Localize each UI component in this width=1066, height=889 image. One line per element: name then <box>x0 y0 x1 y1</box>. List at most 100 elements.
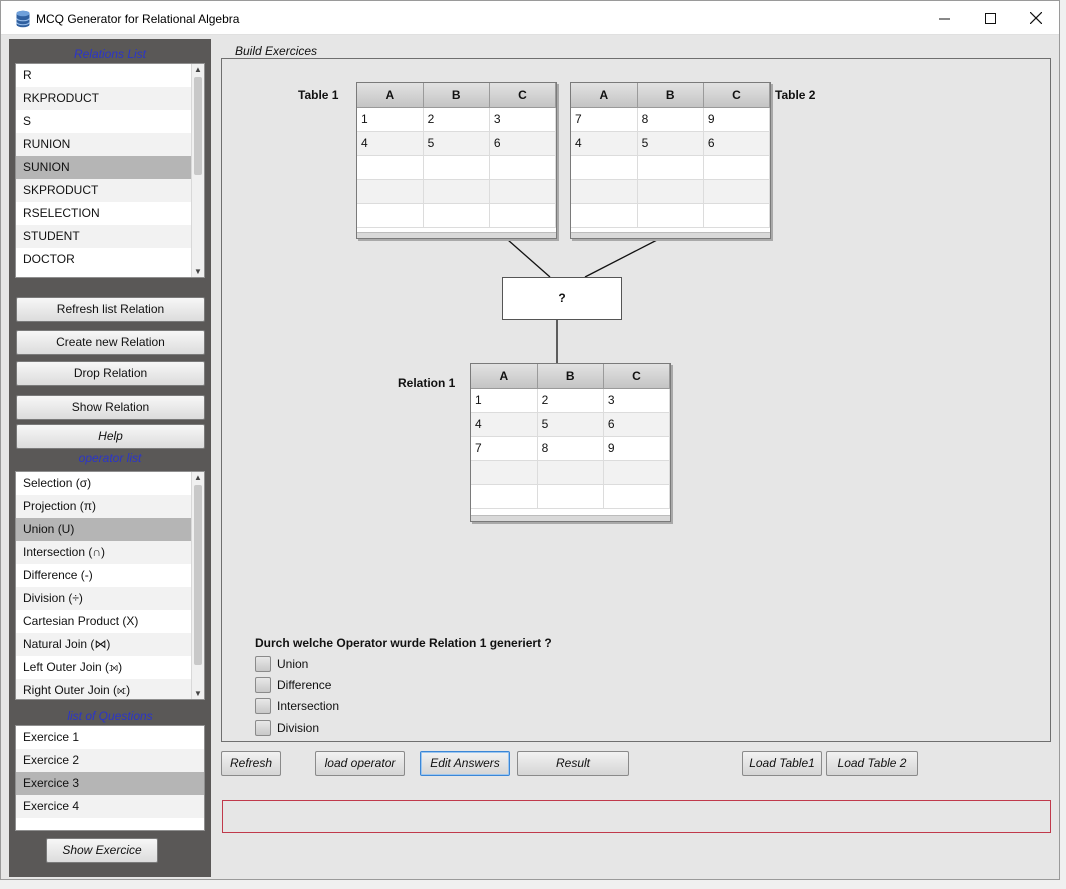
table-cell[interactable]: 7 <box>571 107 638 132</box>
load-table1-button[interactable]: Load Table1 <box>742 751 822 776</box>
table-row[interactable] <box>571 155 770 180</box>
table-cell[interactable]: 1 <box>471 388 538 413</box>
load-operator-button[interactable]: load operator <box>315 751 405 776</box>
table-cell[interactable] <box>423 203 490 228</box>
scroll-thumb[interactable] <box>194 485 202 665</box>
scroll-up-icon[interactable]: ▲ <box>194 473 202 482</box>
operator-list-item[interactable]: Cartesian Product (X) <box>16 610 204 633</box>
table-cell[interactable]: 6 <box>603 412 670 437</box>
column-header[interactable]: A <box>471 364 538 389</box>
operator-scrollbar[interactable]: ▲ ▼ <box>191 472 204 699</box>
operator-list-item[interactable]: Right Outer Join (⟖) <box>16 679 204 699</box>
table-cell[interactable]: 5 <box>537 412 604 437</box>
table-cell[interactable] <box>471 484 538 509</box>
table-row[interactable]: 123 <box>471 388 670 413</box>
table-cell[interactable]: 7 <box>471 436 538 461</box>
result-button[interactable]: Result <box>517 751 629 776</box>
create-new-relation-button[interactable]: Create new Relation <box>16 330 205 355</box>
table1-grid[interactable]: ABC123456 <box>356 82 557 239</box>
table-row[interactable]: 123 <box>357 107 556 132</box>
load-table2-button[interactable]: Load Table 2 <box>826 751 918 776</box>
relation-list-item[interactable]: R <box>16 64 204 87</box>
relations-list[interactable]: R RKPRODUCT S RUNION SUNION SKPRODUCT RSELECTI… <box>15 63 205 278</box>
show-relation-button[interactable]: Show Relation <box>16 395 205 420</box>
table-cell[interactable] <box>537 460 604 485</box>
table-cell[interactable]: 3 <box>489 107 556 132</box>
column-header[interactable]: B <box>637 83 704 108</box>
scroll-down-icon[interactable]: ▼ <box>194 267 202 276</box>
table-cell[interactable]: 3 <box>603 388 670 413</box>
column-header[interactable]: A <box>357 83 424 108</box>
table-row[interactable] <box>357 179 556 204</box>
table-row[interactable]: 456 <box>571 131 770 156</box>
table-cell[interactable] <box>571 155 638 180</box>
operator-list-item[interactable]: Natural Join (⋈) <box>16 633 204 656</box>
operator-list-item[interactable]: Left Outer Join (⟕) <box>16 656 204 679</box>
column-header[interactable]: C <box>603 364 670 389</box>
table-cell[interactable]: 2 <box>537 388 604 413</box>
operator-list-item[interactable]: Selection (σ) <box>16 472 204 495</box>
answer-option[interactable]: Intersection <box>255 697 339 714</box>
table-cell[interactable] <box>571 179 638 204</box>
answer-option[interactable]: Division <box>255 719 319 736</box>
table-cell[interactable] <box>571 203 638 228</box>
drop-relation-button[interactable]: Drop Relation <box>16 361 205 386</box>
horizontal-scrollbar[interactable] <box>357 232 556 238</box>
refresh-button[interactable]: Refresh <box>221 751 281 776</box>
table-cell[interactable]: 6 <box>703 131 770 156</box>
checkbox[interactable] <box>255 697 271 714</box>
table-cell[interactable] <box>357 203 424 228</box>
table-cell[interactable] <box>537 484 604 509</box>
table2-grid[interactable]: ABC789456 <box>570 82 771 239</box>
table-row[interactable] <box>357 203 556 228</box>
relation-list-item[interactable]: STUDENT <box>16 225 204 248</box>
table-cell[interactable]: 6 <box>489 131 556 156</box>
column-header[interactable]: C <box>489 83 556 108</box>
table-cell[interactable] <box>357 179 424 204</box>
relation-list-item[interactable]: DOCTOR <box>16 248 204 271</box>
scroll-down-icon[interactable]: ▼ <box>194 689 202 698</box>
checkbox[interactable] <box>255 719 271 736</box>
table-cell[interactable] <box>603 460 670 485</box>
question-list-item[interactable]: Exercice 3 <box>16 772 204 795</box>
table-cell[interactable] <box>603 484 670 509</box>
table-cell[interactable] <box>637 179 704 204</box>
checkbox[interactable] <box>255 676 271 693</box>
table-cell[interactable] <box>423 179 490 204</box>
table-row[interactable] <box>471 484 670 509</box>
table-cell[interactable] <box>489 203 556 228</box>
scroll-up-icon[interactable]: ▲ <box>194 65 202 74</box>
horizontal-scrollbar[interactable] <box>471 515 670 521</box>
table-row[interactable]: 456 <box>471 412 670 437</box>
column-header[interactable]: C <box>703 83 770 108</box>
relation-list-item[interactable]: RSELECTION <box>16 202 204 225</box>
table-cell[interactable]: 4 <box>471 412 538 437</box>
table-cell[interactable] <box>489 155 556 180</box>
table-cell[interactable]: 4 <box>357 131 424 156</box>
edit-answers-button[interactable]: Edit Answers <box>420 751 510 776</box>
table-cell[interactable] <box>637 203 704 228</box>
table-cell[interactable] <box>357 155 424 180</box>
relation-list-item[interactable]: S <box>16 110 204 133</box>
table-cell[interactable]: 8 <box>537 436 604 461</box>
table-row[interactable]: 789 <box>571 107 770 132</box>
operator-list-item[interactable]: Difference (-) <box>16 564 204 587</box>
operator-list-item[interactable]: Union (U) <box>16 518 204 541</box>
maximize-button[interactable] <box>975 7 1005 29</box>
table-row[interactable] <box>571 203 770 228</box>
table-cell[interactable] <box>489 179 556 204</box>
relation-list-item[interactable]: RUNION <box>16 133 204 156</box>
table-row[interactable]: 789 <box>471 436 670 461</box>
relation-list-item[interactable]: SKPRODUCT <box>16 179 204 202</box>
relation1-grid[interactable]: ABC123456789 <box>470 363 671 522</box>
relation-list-item[interactable]: RKPRODUCT <box>16 87 204 110</box>
table-cell[interactable]: 9 <box>703 107 770 132</box>
table-row[interactable] <box>571 179 770 204</box>
relations-scrollbar[interactable]: ▲ ▼ <box>191 64 204 277</box>
operator-list-item[interactable]: Intersection (∩) <box>16 541 204 564</box>
table-row[interactable] <box>357 155 556 180</box>
table-cell[interactable] <box>423 155 490 180</box>
refresh-list-relation-button[interactable]: Refresh list Relation <box>16 297 205 322</box>
answer-option[interactable]: Difference <box>255 676 331 693</box>
operator-list-item[interactable]: Division (÷) <box>16 587 204 610</box>
